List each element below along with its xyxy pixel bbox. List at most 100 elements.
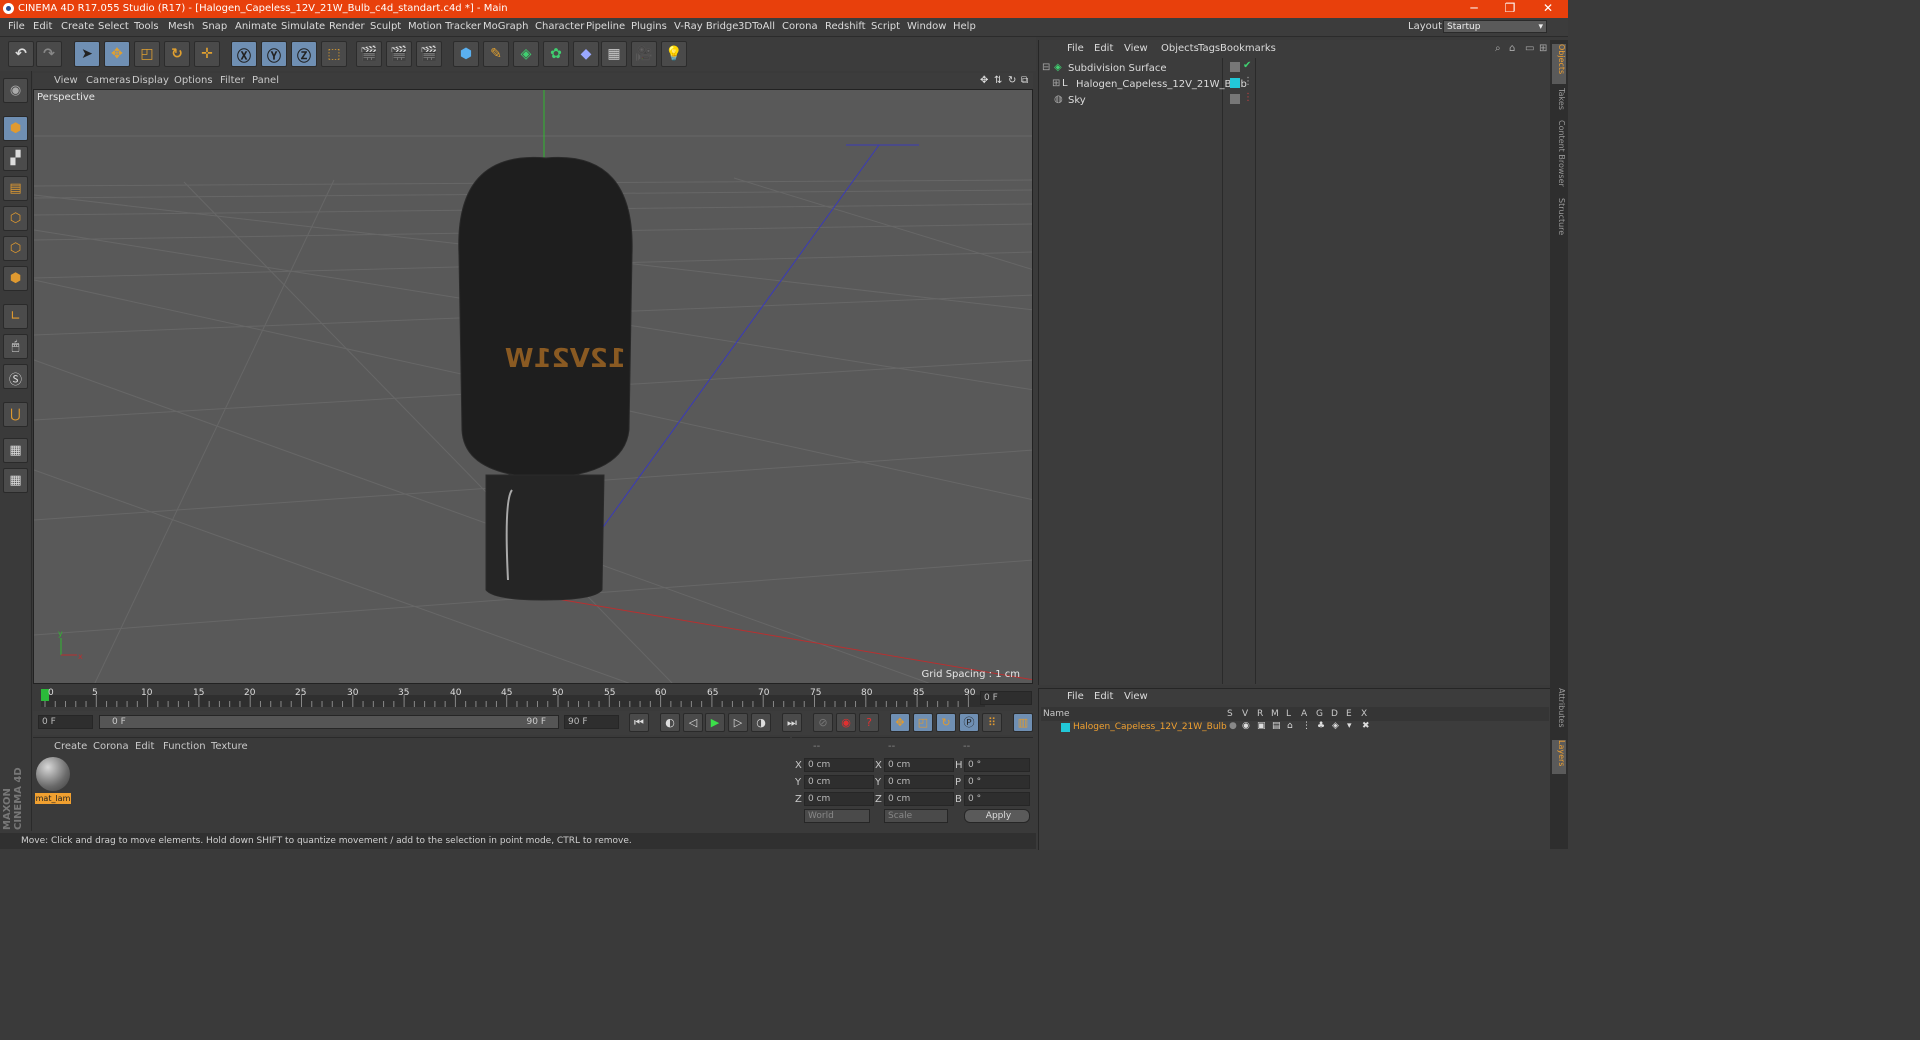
add-cube-button[interactable]: ⬢ (453, 41, 479, 67)
render-picture-viewer-button[interactable]: 🎬 (386, 41, 412, 67)
tab-takes[interactable]: Takes (1552, 88, 1566, 114)
layer-color-swatch[interactable] (1061, 723, 1070, 732)
autokey-button[interactable]: ◉ (836, 713, 856, 732)
menu-select[interactable]: Select (98, 21, 129, 32)
objects-menu-edit[interactable]: Edit (1094, 43, 1113, 54)
object-row-bulb[interactable]: ⊞ L Halogen_Capeless_12V_21W_Bulb ⋮ (1040, 76, 1548, 92)
menu-help[interactable]: Help (953, 21, 976, 32)
key-position-button[interactable]: ✥ (890, 713, 910, 732)
render-view-button[interactable]: 🎬 (356, 41, 382, 67)
live-selection-button[interactable]: ➤ (74, 41, 100, 67)
layer-color-swatch[interactable] (1230, 78, 1240, 88)
go-to-end-button[interactable]: ⏭ (782, 713, 802, 732)
start-frame-field[interactable]: 0 F (38, 715, 93, 729)
objects-menu-view[interactable]: View (1124, 43, 1148, 54)
material-menu-edit[interactable]: Edit (135, 741, 154, 752)
menu-pipeline[interactable]: Pipeline (586, 21, 625, 32)
rotate-tool-button[interactable]: ↻ (164, 41, 190, 67)
search-icon[interactable]: ⌕ (1495, 43, 1501, 54)
apply-button[interactable]: Apply (964, 809, 1030, 823)
rotation-b-field[interactable]: 0 ° (964, 792, 1030, 806)
minimize-button[interactable]: ─ (1456, 0, 1492, 18)
objects-menu-bookmarks[interactable]: Bookmarks (1220, 43, 1276, 54)
solo-button[interactable]: Ⓢ (3, 364, 28, 389)
coordinate-space-select[interactable]: World (804, 809, 870, 823)
manager-icon[interactable]: ▤ (1272, 721, 1281, 731)
layers-menu-edit[interactable]: Edit (1094, 691, 1113, 702)
previous-key-button[interactable]: ◐ (660, 713, 680, 732)
layout-select[interactable]: Startup ▾ (1443, 20, 1547, 33)
menu-corona[interactable]: Corona (782, 21, 818, 32)
y-axis-button[interactable]: Ⓨ (261, 41, 287, 67)
viewport-zoom-icon[interactable]: ⇅ (994, 75, 1002, 86)
next-frame-button[interactable]: ▷ (728, 713, 748, 732)
add-array-button[interactable]: ✿ (543, 41, 569, 67)
objects-menu-file[interactable]: File (1067, 43, 1084, 54)
model-mode-button[interactable]: ⬢ (3, 116, 28, 141)
size-mode-select[interactable]: Scale (884, 809, 948, 823)
layer-swatch[interactable] (1230, 94, 1240, 104)
menu-snap[interactable]: Snap (202, 21, 227, 32)
workplane-lock-button[interactable]: ▦ (3, 438, 28, 463)
viewport-menu-cameras[interactable]: Cameras (86, 75, 130, 86)
tab-content-browser[interactable]: Content Browser (1552, 120, 1566, 190)
snap-button[interactable]: ⋃ (3, 402, 28, 427)
menu-mograph[interactable]: MoGraph (483, 21, 528, 32)
next-key-button[interactable]: ◑ (751, 713, 771, 732)
make-editable-button[interactable]: ◉ (3, 78, 28, 103)
edit-render-settings-button[interactable]: 🎬 (416, 41, 442, 67)
size-x-field[interactable]: 0 cm (884, 758, 954, 772)
animation-icon[interactable]: ⋮ (1302, 721, 1311, 731)
layer-swatch[interactable] (1230, 62, 1240, 72)
menu-character[interactable]: Character (535, 21, 584, 32)
timeline-ruler[interactable]: 0 5 10 15 20 25 30 35 40 45 50 55 60 65 … (33, 686, 1033, 710)
add-floor-button[interactable]: ▦ (601, 41, 627, 67)
menu-3dtoall[interactable]: 3DToAll (738, 21, 775, 32)
add-deformer-button[interactable]: ◆ (573, 41, 599, 67)
object-row-sky[interactable]: ◍ Sky ⋮ (1040, 92, 1548, 108)
position-y-field[interactable]: 0 cm (804, 775, 874, 789)
points-mode-button[interactable]: ⬡ (3, 206, 28, 231)
frame-range-slider[interactable]: 0 F 90 F (99, 715, 559, 729)
visibility-dots-icon[interactable]: ⋮ (1243, 76, 1253, 87)
viewport-menu-filter[interactable]: Filter (220, 75, 245, 86)
record-keys-button[interactable]: ⊘ (813, 713, 833, 732)
add-subdivision-button[interactable]: ◈ (513, 41, 539, 67)
viewport-pan-icon[interactable]: ✥ (980, 75, 988, 86)
menu-plugins[interactable]: Plugins (631, 21, 667, 32)
add-light-button[interactable]: 💡 (661, 41, 687, 67)
perspective-viewport[interactable]: 12V21W y x Perspective Grid Spacing : 1 … (33, 89, 1033, 684)
coordinate-system-button[interactable]: ⬚ (321, 41, 347, 67)
menu-tools[interactable]: Tools (134, 21, 159, 32)
material-swatch[interactable]: mat_lam (35, 757, 71, 805)
axis-mode-button[interactable]: ∟ (3, 304, 28, 329)
size-y-field[interactable]: 0 cm (884, 775, 954, 789)
viewport-maximize-icon[interactable]: ⧉ (1021, 75, 1028, 86)
rotation-h-field[interactable]: 0 ° (964, 758, 1030, 772)
add-camera-button[interactable]: 🎥 (631, 41, 657, 67)
menu-render[interactable]: Render (329, 21, 365, 32)
keyframe-selection-button[interactable]: ? (859, 713, 879, 732)
expand-icon[interactable]: ⊞ (1052, 78, 1060, 89)
material-menu-create[interactable]: Create (54, 741, 87, 752)
key-pla-button[interactable]: ⠿ (982, 713, 1002, 732)
polygons-mode-button[interactable]: ⬢ (3, 266, 28, 291)
close-button[interactable]: ✕ (1530, 0, 1566, 18)
menu-redshift[interactable]: Redshift (825, 21, 866, 32)
home-icon[interactable]: ⌂ (1509, 43, 1515, 54)
workplane-mode-button[interactable]: ▤ (3, 176, 28, 201)
key-rotation-button[interactable]: ↻ (936, 713, 956, 732)
collapse-icon[interactable]: ⊟ (1042, 62, 1050, 73)
viewport-menu-panel[interactable]: Panel (252, 75, 279, 86)
xref-icon[interactable]: ✖ (1362, 721, 1370, 731)
material-menu-function[interactable]: Function (163, 741, 206, 752)
layer-name[interactable]: Halogen_Capeless_12V_21W_Bulb (1073, 722, 1227, 732)
objects-menu-tags[interactable]: Tags (1198, 43, 1220, 54)
current-frame-field[interactable]: 0 F (980, 691, 1032, 705)
redo-button[interactable]: ↷ (36, 41, 62, 67)
size-z-field[interactable]: 0 cm (884, 792, 954, 806)
z-axis-button[interactable]: Ⓩ (291, 41, 317, 67)
tab-structure[interactable]: Structure (1552, 198, 1566, 242)
menu-script[interactable]: Script (871, 21, 900, 32)
viewport-menu-view[interactable]: View (54, 75, 78, 86)
